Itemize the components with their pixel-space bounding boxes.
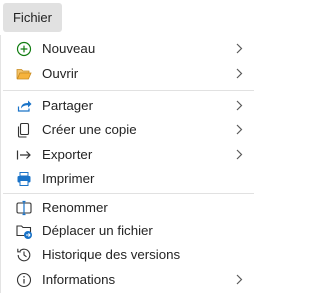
file-menu-window: Fichier Nouveau Ouvrir Partager Créer un… [0,0,254,293]
info-icon [15,271,33,289]
chevron-right-icon [234,99,244,112]
menu-separator [3,193,254,194]
menu-item-exporter[interactable]: Exporter [1,142,254,167]
menu-item-historique-versions[interactable]: Historique des versions [1,242,254,267]
chevron-right-icon [234,123,244,136]
menu-bar: Fichier [0,0,254,35]
menu-item-partager[interactable]: Partager [1,93,254,118]
history-icon [15,246,33,264]
menu-item-label: Historique des versions [42,247,181,262]
menu-item-informations[interactable]: Informations [1,267,254,292]
rename-icon [15,199,33,217]
menu-item-label: Déplacer un fichier [42,223,153,238]
chevron-right-icon [234,148,244,161]
menu-item-label: Partager [42,98,93,113]
menu-item-deplacer-fichier[interactable]: Déplacer un fichier [1,218,254,243]
menu-item-label: Ouvrir [42,66,79,81]
menu-item-nouveau[interactable]: Nouveau [1,36,254,61]
menu-item-imprimer[interactable]: Imprimer [1,166,254,191]
menu-item-creer-copie[interactable]: Créer une copie [1,117,254,142]
share-icon [15,97,33,115]
chevron-right-icon [234,42,244,55]
menu-item-label: Exporter [42,147,93,162]
menu-item-label: Créer une copie [42,122,137,137]
printer-icon [15,170,33,188]
menu-item-label: Imprimer [42,171,95,186]
menu-item-label: Informations [42,272,116,287]
add-circle-icon [15,40,33,58]
chevron-right-icon [234,273,244,286]
menu-item-renommer[interactable]: Renommer [1,195,254,220]
menu-item-label: Nouveau [42,41,96,56]
export-arrow-icon [15,146,33,164]
menu-item-ouvrir[interactable]: Ouvrir [1,61,254,86]
menu-tab-fichier[interactable]: Fichier [3,3,62,32]
move-file-icon [15,222,33,240]
menu-item-label: Renommer [42,200,108,215]
copy-icon [15,121,33,139]
file-menu-dropdown: Nouveau Ouvrir Partager Créer une copie … [0,35,254,293]
menu-separator [3,90,254,91]
chevron-right-icon [234,67,244,80]
folder-open-icon [15,65,33,83]
